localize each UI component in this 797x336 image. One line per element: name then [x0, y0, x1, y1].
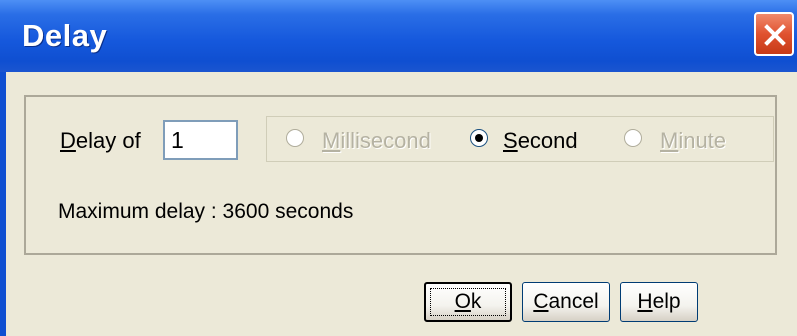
ok-button[interactable]: Ok [424, 282, 512, 322]
millisecond-radio-label[interactable]: Millisecond [322, 128, 431, 154]
max-delay-text: Maximum delay : 3600 seconds [58, 200, 354, 223]
second-radio[interactable] [470, 129, 488, 147]
window-border [0, 72, 6, 336]
second-radio-label[interactable]: Second [503, 128, 578, 154]
window-title: Delay [22, 18, 108, 53]
close-icon [764, 24, 786, 46]
millisecond-radio[interactable] [286, 129, 304, 147]
cancel-button[interactable]: Cancel [522, 282, 610, 322]
cancel-button-label: Cancel [533, 290, 599, 313]
radio-selected-dot [475, 134, 483, 142]
delay-dialog: Delay Delay of Millisecond Second Minute… [0, 0, 797, 336]
minute-radio[interactable] [624, 129, 642, 147]
ok-button-label: Ok [454, 290, 482, 313]
help-button-label: Help [637, 290, 681, 313]
minute-radio-label[interactable]: Minute [660, 128, 726, 154]
delay-value-input[interactable] [163, 120, 238, 160]
help-button[interactable]: Help [620, 282, 698, 322]
delay-label: Delay of [60, 128, 141, 153]
close-button[interactable] [754, 12, 794, 56]
title-bar[interactable]: Delay [0, 0, 797, 72]
